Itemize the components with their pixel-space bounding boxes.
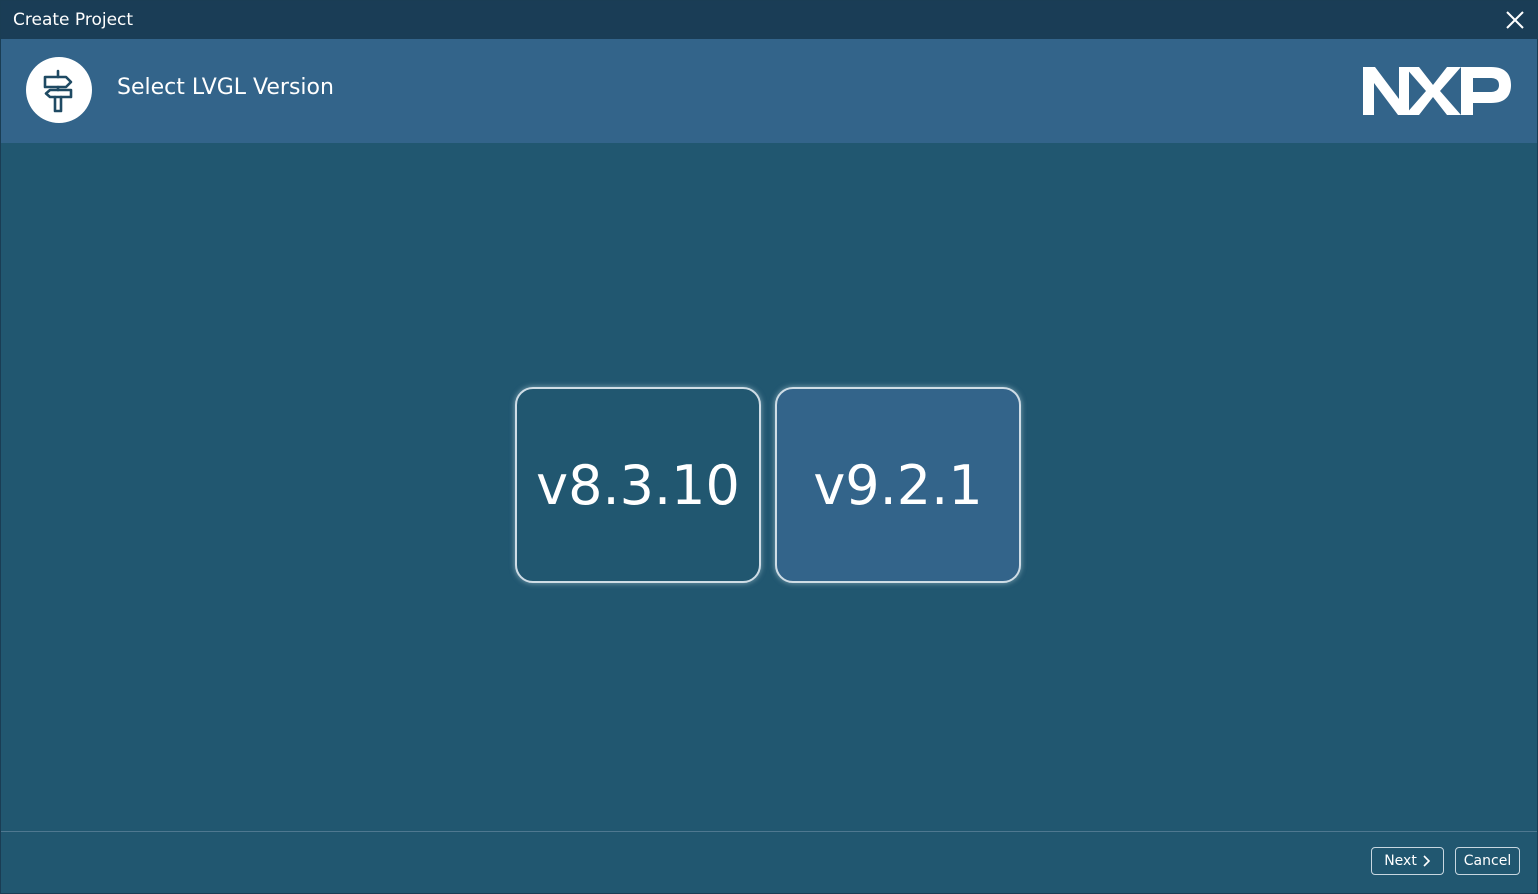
next-button[interactable]: Next (1371, 847, 1444, 875)
window-title: Create Project (13, 10, 134, 30)
version-label: v8.3.10 (536, 453, 740, 517)
close-icon (1506, 11, 1524, 29)
chevron-right-icon (1423, 855, 1430, 867)
signpost-icon (26, 57, 92, 123)
next-button-label: Next (1384, 853, 1417, 869)
cancel-button-label: Cancel (1463, 853, 1512, 869)
version-selection-area: v8.3.10 v9.2.1 (1, 143, 1537, 831)
close-button[interactable] (1499, 4, 1531, 36)
title-bar: Create Project (1, 1, 1537, 39)
version-card-v8[interactable]: v8.3.10 (515, 387, 761, 583)
page-title: Select LVGL Version (117, 75, 334, 100)
create-project-dialog: Create Project Select LVGL Version v8.3.… (0, 0, 1538, 894)
version-label: v9.2.1 (813, 453, 983, 517)
cancel-button[interactable]: Cancel (1455, 847, 1520, 875)
version-card-v9[interactable]: v9.2.1 (775, 387, 1021, 583)
nxp-logo (1361, 65, 1513, 117)
footer-bar: Next Cancel (1, 831, 1537, 893)
header-banner: Select LVGL Version (1, 39, 1537, 143)
